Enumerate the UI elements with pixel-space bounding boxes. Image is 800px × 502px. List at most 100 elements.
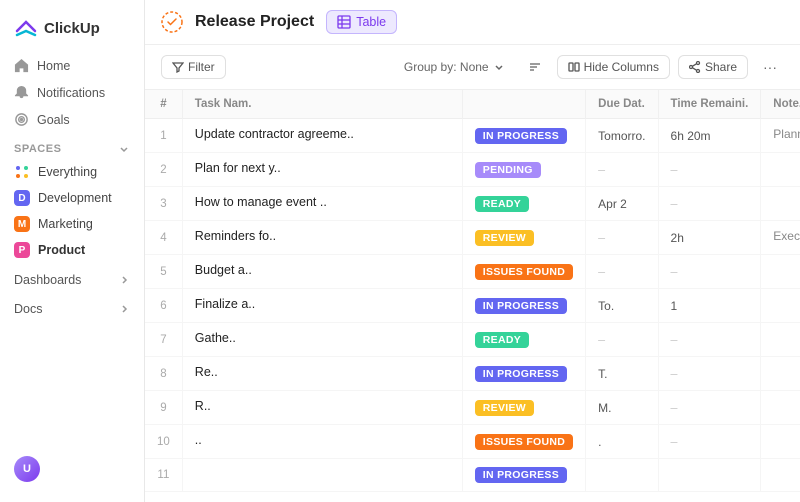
table-row[interactable]: 6 Finalize a.. IN PROGRESS To. 1: [145, 289, 800, 323]
main-content: Release Project Table Filter Group by: N…: [145, 0, 800, 502]
row-time: –: [658, 323, 761, 357]
table-view-button[interactable]: Table: [326, 10, 397, 34]
row-num: 7: [145, 323, 182, 357]
hide-columns-button[interactable]: Hide Columns: [557, 55, 670, 79]
project-title: Release Project: [195, 13, 314, 31]
marketing-dot: M: [14, 216, 30, 232]
row-time: –: [658, 153, 761, 187]
share-icon: [689, 61, 701, 73]
clickup-logo-icon: [14, 16, 38, 40]
sidebar: ClickUp Home Notifications Goals Spaces …: [0, 0, 145, 502]
row-status: IN PROGRESS: [462, 119, 585, 153]
row-time: [658, 459, 761, 492]
row-notes: [761, 255, 800, 289]
sidebar-item-development[interactable]: D Development: [0, 185, 144, 211]
row-status: READY: [462, 187, 585, 221]
row-status: REVIEW: [462, 391, 585, 425]
row-due: [586, 459, 658, 492]
row-task: Budget a..: [182, 255, 462, 289]
sidebar-item-home-label: Home: [37, 59, 70, 73]
sidebar-item-product[interactable]: P Product: [0, 237, 144, 263]
everything-icon: [14, 164, 30, 180]
sidebar-item-home[interactable]: Home: [0, 52, 144, 79]
filter-icon: [172, 61, 184, 73]
row-time: –: [658, 187, 761, 221]
col-time: Time Remaini.: [658, 90, 761, 119]
table-row[interactable]: 7 Gathe.. READY – –: [145, 323, 800, 357]
table-row[interactable]: 10 .. ISSUES FOUND . –: [145, 425, 800, 459]
row-status: IN PROGRESS: [462, 357, 585, 391]
sidebar-item-everything[interactable]: Everything: [0, 159, 144, 185]
row-time: –: [658, 425, 761, 459]
row-notes: Execu.: [761, 221, 800, 255]
filter-button[interactable]: Filter: [161, 55, 226, 79]
toolbar: Filter Group by: None Hide Columns: [145, 45, 800, 90]
row-task: Update contractor agreeme..: [182, 119, 462, 153]
row-notes: [761, 357, 800, 391]
row-num: 5: [145, 255, 182, 289]
target-icon: [14, 112, 29, 127]
user-avatar[interactable]: U: [14, 456, 40, 482]
table-row[interactable]: 8 Re.. IN PROGRESS T. –: [145, 357, 800, 391]
status-badge: ISSUES FOUND: [475, 434, 573, 450]
col-task: Task Nam.: [182, 90, 462, 119]
sidebar-item-docs[interactable]: Docs: [0, 292, 144, 321]
spaces-label: Spaces: [14, 143, 61, 155]
row-status: PENDING: [462, 153, 585, 187]
row-status: IN PROGRESS: [462, 289, 585, 323]
sidebar-item-development-label: Development: [38, 191, 112, 205]
task-table: # Task Nam. Due Dat. Time Remaini. Note.…: [145, 90, 800, 492]
table-row[interactable]: 1 Update contractor agreeme.. IN PROGRES…: [145, 119, 800, 153]
row-notes: [761, 289, 800, 323]
row-num: 3: [145, 187, 182, 221]
sidebar-item-dashboards[interactable]: Dashboards: [0, 263, 144, 292]
more-options-button[interactable]: ···: [756, 53, 784, 81]
app-logo: ClickUp: [0, 12, 144, 52]
dropdown-icon: [493, 61, 505, 73]
sidebar-item-goals[interactable]: Goals: [0, 106, 144, 133]
table-body: 1 Update contractor agreeme.. IN PROGRES…: [145, 119, 800, 492]
row-num: 10: [145, 425, 182, 459]
status-badge: REVIEW: [475, 230, 534, 246]
col-status: [462, 90, 585, 119]
sort-icon-button[interactable]: [521, 53, 549, 81]
col-notes: Note.: [761, 90, 800, 119]
row-num: 4: [145, 221, 182, 255]
group-by-button[interactable]: Group by: None: [396, 56, 513, 78]
row-task: ..: [182, 425, 462, 459]
chevron-right-icon: [118, 274, 130, 286]
status-badge: IN PROGRESS: [475, 298, 567, 314]
row-task: How to manage event ..: [182, 187, 462, 221]
row-notes: [761, 425, 800, 459]
sidebar-item-notifications[interactable]: Notifications: [0, 79, 144, 106]
table-row[interactable]: 3 How to manage event .. READY Apr 2 –: [145, 187, 800, 221]
row-status: READY: [462, 323, 585, 357]
row-num: 2: [145, 153, 182, 187]
table-row[interactable]: 2 Plan for next y.. PENDING – –: [145, 153, 800, 187]
row-task: Re..: [182, 357, 462, 391]
table-row[interactable]: 9 R.. REVIEW M. –: [145, 391, 800, 425]
status-badge: PENDING: [475, 162, 541, 178]
col-num: #: [145, 90, 182, 119]
table-row[interactable]: 11 IN PROGRESS: [145, 459, 800, 492]
columns-icon: [568, 61, 580, 73]
table-row[interactable]: 5 Budget a.. ISSUES FOUND – –: [145, 255, 800, 289]
sidebar-item-marketing[interactable]: M Marketing: [0, 211, 144, 237]
share-button[interactable]: Share: [678, 55, 748, 79]
row-notes: [761, 459, 800, 492]
status-badge: IN PROGRESS: [475, 366, 567, 382]
table-icon: [337, 15, 351, 29]
sidebar-user-area: U: [0, 448, 144, 490]
row-due: Tomorro.: [586, 119, 658, 153]
status-badge: IN PROGRESS: [475, 128, 567, 144]
row-task: Plan for next y..: [182, 153, 462, 187]
row-task: Gathe..: [182, 323, 462, 357]
row-num: 8: [145, 357, 182, 391]
row-task: [182, 459, 462, 492]
row-due: –: [586, 255, 658, 289]
row-time: –: [658, 357, 761, 391]
row-due: Apr 2: [586, 187, 658, 221]
table-row[interactable]: 4 Reminders fo.. REVIEW – 2h Execu.: [145, 221, 800, 255]
row-status: ISSUES FOUND: [462, 425, 585, 459]
row-time: 1: [658, 289, 761, 323]
